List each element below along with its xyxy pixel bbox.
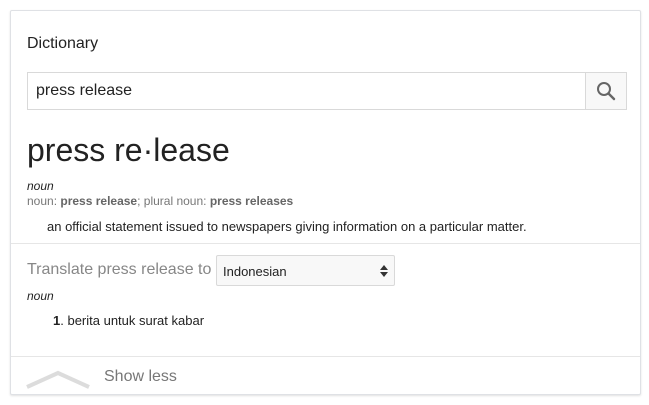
- show-less-label: Show less: [104, 368, 177, 385]
- updown-arrows-icon: [380, 265, 388, 277]
- language-select-value: Indonesian: [223, 264, 287, 279]
- forms-prefix: noun:: [27, 194, 61, 208]
- card-title: Dictionary: [27, 35, 99, 52]
- section-divider: [11, 243, 640, 244]
- dictionary-card: Dictionary press re·lease noun noun: pre…: [10, 10, 641, 395]
- search-box: [27, 72, 627, 110]
- chevron-up-icon: [26, 370, 90, 389]
- form-singular: press release: [60, 194, 138, 208]
- translation-part-of-speech: noun: [27, 289, 54, 303]
- search-icon: [597, 82, 616, 101]
- headword: press re·lease: [27, 132, 230, 168]
- language-select[interactable]: Indonesian: [216, 255, 395, 286]
- search-button[interactable]: [585, 73, 626, 109]
- sense-text: . berita untuk surat kabar: [60, 313, 205, 328]
- show-less-button[interactable]: Show less: [11, 357, 640, 394]
- form-plural: press releases: [209, 194, 294, 208]
- translate-label: Translate press release to: [27, 261, 212, 278]
- search-input[interactable]: [28, 73, 586, 109]
- definition: an official statement issued to newspape…: [47, 219, 527, 234]
- forms-separator: ; plural noun:: [137, 194, 210, 208]
- part-of-speech: noun: [27, 179, 54, 193]
- word-forms: noun: press release; plural noun: press …: [27, 194, 293, 208]
- translation-sense: 1. berita untuk surat kabar: [53, 313, 204, 328]
